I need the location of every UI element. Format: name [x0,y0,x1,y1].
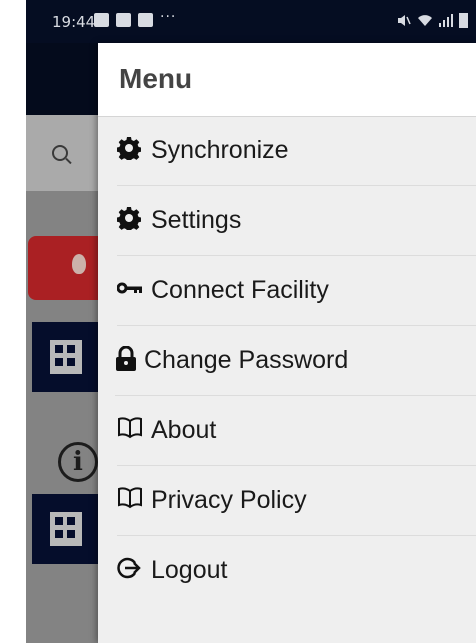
linkedin-icon [116,13,131,27]
message-icon [94,13,109,27]
menu-item-settings[interactable]: Settings [117,186,476,256]
youtube-icon [138,13,153,27]
menu-item-label: Privacy Policy [151,486,307,514]
drawer-title: Menu [119,63,193,94]
status-time: 19:44 [52,13,96,31]
menu-item-label: Settings [151,206,242,234]
drawer-header: Menu [98,43,476,117]
navigation-drawer: Menu Synchronize Settings Connect Facili… [98,43,476,643]
logout-icon [117,556,141,580]
menu-list: Synchronize Settings Connect Facility Ch… [98,116,476,605]
menu-item-connect-facility[interactable]: Connect Facility [117,256,476,326]
key-icon [117,276,142,300]
gear-icon [117,136,141,160]
menu-item-label: About [151,416,217,444]
left-margin [0,0,26,643]
gear-icon [117,206,141,230]
mute-icon [398,15,411,26]
menu-item-synchronize[interactable]: Synchronize [117,116,476,186]
menu-item-label: Synchronize [151,136,289,164]
wifi-icon [418,15,432,26]
status-icons-left: ··· [94,9,177,28]
menu-item-label: Connect Facility [151,276,329,304]
more-dots-icon: ··· [160,9,177,25]
menu-item-about[interactable]: About [117,396,476,466]
phone-screen: 19:44 ··· i Menu Synchronize Settings Co… [26,0,476,643]
signal-icon [439,14,453,27]
menu-item-privacy-policy[interactable]: Privacy Policy [117,466,476,536]
status-icons-right [397,13,468,28]
book-icon [117,416,142,440]
menu-item-label: Change Password [144,346,349,374]
menu-item-change-password[interactable]: Change Password [115,326,476,396]
menu-item-label: Logout [151,556,228,584]
lock-icon [115,346,139,371]
book-icon [117,486,142,510]
status-bar: 19:44 ··· [26,0,476,43]
battery-icon [459,13,468,28]
menu-item-logout[interactable]: Logout [117,536,476,605]
